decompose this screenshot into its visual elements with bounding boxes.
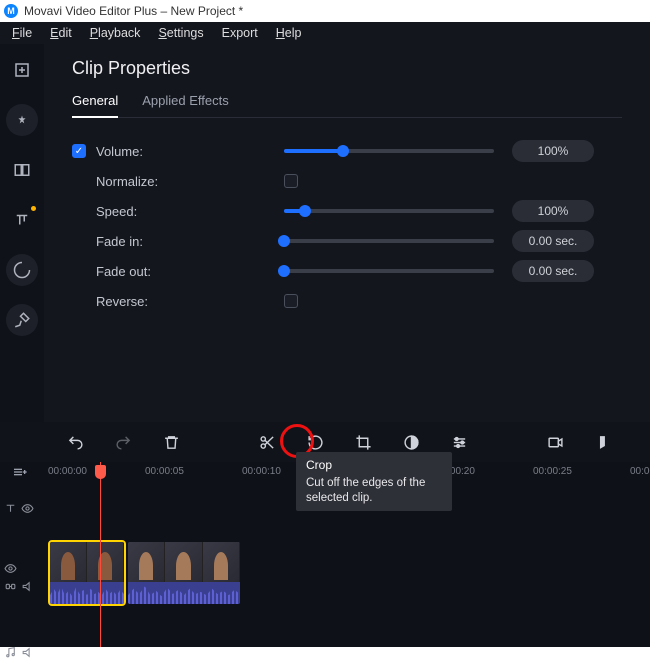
video-track-controls[interactable] (4, 562, 17, 575)
menu-settings[interactable]: Settings (158, 26, 203, 40)
menu-playback[interactable]: Playback (90, 26, 141, 40)
volume-slider[interactable] (284, 149, 494, 153)
fadein-label: Fade in: (96, 234, 174, 249)
video-track-link[interactable] (4, 580, 34, 593)
menu-file[interactable]: File (12, 26, 32, 40)
redo-icon[interactable] (112, 431, 134, 453)
titles-icon[interactable] (6, 204, 38, 236)
filters-icon[interactable] (6, 104, 38, 136)
ruler-mark: 00:00:30 (630, 466, 650, 477)
import-icon[interactable] (6, 54, 38, 86)
crop-icon[interactable] (352, 431, 374, 453)
video-clip-2[interactable] (126, 540, 242, 606)
fadeout-slider[interactable] (284, 269, 494, 273)
app-logo-icon: M (4, 4, 18, 18)
title-track-controls[interactable] (4, 502, 34, 515)
ruler-mark: 00:00:00 (48, 466, 87, 477)
speed-value[interactable]: 100% (512, 200, 594, 222)
ruler-mark: 00:00:25 (533, 466, 572, 477)
video-clip-1[interactable] (48, 540, 126, 606)
color-adjust-icon[interactable] (400, 431, 422, 453)
menu-help[interactable]: Help (276, 26, 302, 40)
tool-sidebar (0, 44, 44, 422)
normalize-label: Normalize: (96, 174, 174, 189)
fadein-value[interactable]: 0.00 sec. (512, 230, 594, 252)
clip-properties-icon[interactable] (448, 431, 470, 453)
reverse-label: Reverse: (96, 294, 174, 309)
speed-label: Speed: (96, 204, 174, 219)
stickers-icon[interactable] (6, 254, 38, 286)
rotate-icon[interactable] (304, 431, 326, 453)
volume-checkbox[interactable]: ✓ (72, 144, 86, 158)
transitions-icon[interactable] (6, 154, 38, 186)
undo-icon[interactable] (64, 431, 86, 453)
ruler-mark: 00:00:10 (242, 466, 281, 477)
crop-tooltip: Crop Cut off the edges of the selected c… (296, 452, 452, 511)
tab-general[interactable]: General (72, 93, 118, 118)
marker-icon[interactable] (592, 431, 614, 453)
fadeout-label: Fade out: (96, 264, 174, 279)
more-tools-icon[interactable] (6, 304, 38, 336)
playhead[interactable] (100, 462, 101, 647)
fadein-slider[interactable] (284, 239, 494, 243)
audio-track-controls[interactable] (4, 646, 34, 659)
normalize-checkbox[interactable] (284, 174, 298, 188)
clip-properties-panel: Clip Properties General Applied Effects … (44, 44, 650, 422)
delete-icon[interactable] (160, 431, 182, 453)
timeline-toolbar: Crop Cut off the edges of the selected c… (0, 422, 650, 462)
tooltip-title: Crop (306, 458, 442, 474)
menu-edit[interactable]: Edit (50, 26, 72, 40)
fadeout-value[interactable]: 0.00 sec. (512, 260, 594, 282)
ruler-mark: 00:00:05 (145, 466, 184, 477)
reverse-checkbox[interactable] (284, 294, 298, 308)
panel-title: Clip Properties (72, 58, 622, 79)
menu-bar: File Edit Playback Settings Export Help (0, 22, 650, 44)
title-text: Movavi Video Editor Plus – New Project * (24, 4, 243, 18)
tab-applied-effects[interactable]: Applied Effects (142, 93, 228, 117)
record-icon[interactable] (544, 431, 566, 453)
menu-export[interactable]: Export (222, 26, 258, 40)
volume-label: Volume: (96, 144, 174, 159)
split-icon[interactable] (256, 431, 278, 453)
volume-value[interactable]: 100% (512, 140, 594, 162)
speed-slider[interactable] (284, 209, 494, 213)
tooltip-body: Cut off the edges of the selected clip. (306, 476, 442, 506)
